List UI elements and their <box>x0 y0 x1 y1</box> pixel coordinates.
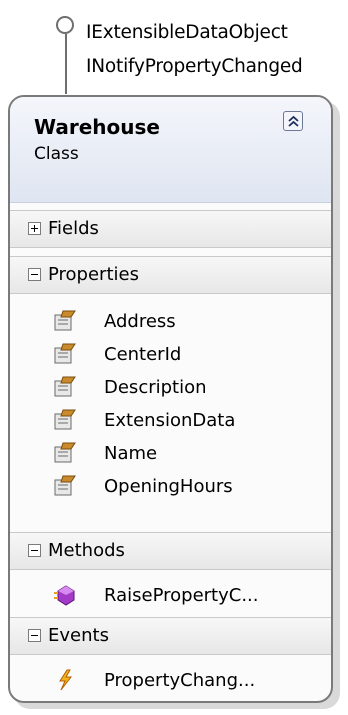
event-name: PropertyChang... <box>104 670 256 691</box>
property-item[interactable]: Address <box>10 306 331 339</box>
section-events[interactable]: Events <box>10 617 331 655</box>
property-item[interactable]: OpeningHours <box>10 471 331 504</box>
section-methods[interactable]: Methods <box>10 532 331 570</box>
property-item[interactable]: CenterId <box>10 339 331 372</box>
method-icon <box>54 585 75 606</box>
interface-lollipop-icon <box>56 16 74 34</box>
property-name: Address <box>104 311 176 332</box>
property-icon <box>54 442 76 463</box>
property-icon <box>54 343 76 364</box>
property-icon <box>54 310 76 331</box>
section-label: Properties <box>48 264 139 285</box>
property-name: CenterId <box>104 344 182 365</box>
expand-icon[interactable] <box>28 222 41 235</box>
interface-label: INotifyPropertyChanged <box>86 56 303 77</box>
property-name: ExtensionData <box>104 410 236 431</box>
class-name: Warehouse <box>34 115 160 139</box>
property-item[interactable]: Description <box>10 372 331 405</box>
method-name: RaisePropertyC... <box>104 585 259 606</box>
section-label: Methods <box>48 540 125 561</box>
section-label: Events <box>48 625 109 646</box>
interface-connector-line <box>65 34 67 94</box>
property-name: Name <box>104 443 158 464</box>
property-icon <box>54 409 76 430</box>
property-name: OpeningHours <box>104 476 233 497</box>
class-header[interactable]: Warehouse Class <box>10 97 331 203</box>
interface-label: IExtensibleDataObject <box>86 22 288 43</box>
event-item[interactable]: PropertyChang... <box>10 665 331 698</box>
section-fields[interactable]: Fields <box>10 210 331 248</box>
property-item[interactable]: Name <box>10 438 331 471</box>
method-item[interactable]: RaisePropertyC... <box>10 580 331 613</box>
event-icon <box>59 669 73 691</box>
property-icon <box>54 475 76 496</box>
collapse-icon[interactable] <box>28 268 41 281</box>
collapse-icon[interactable] <box>28 629 41 642</box>
class-kind: Class <box>34 144 79 164</box>
section-label: Fields <box>48 218 99 239</box>
collapse-icon[interactable] <box>28 544 41 557</box>
interface-list: IExtensibleDataObject INotifyPropertyCha… <box>86 16 303 84</box>
property-name: Description <box>104 377 207 398</box>
collapse-chevron-icon[interactable] <box>283 111 303 131</box>
property-icon <box>54 376 76 397</box>
property-item[interactable]: ExtensionData <box>10 405 331 438</box>
section-properties[interactable]: Properties <box>10 256 331 294</box>
class-shape[interactable]: Warehouse Class Fields Properties Addres… <box>8 95 333 703</box>
